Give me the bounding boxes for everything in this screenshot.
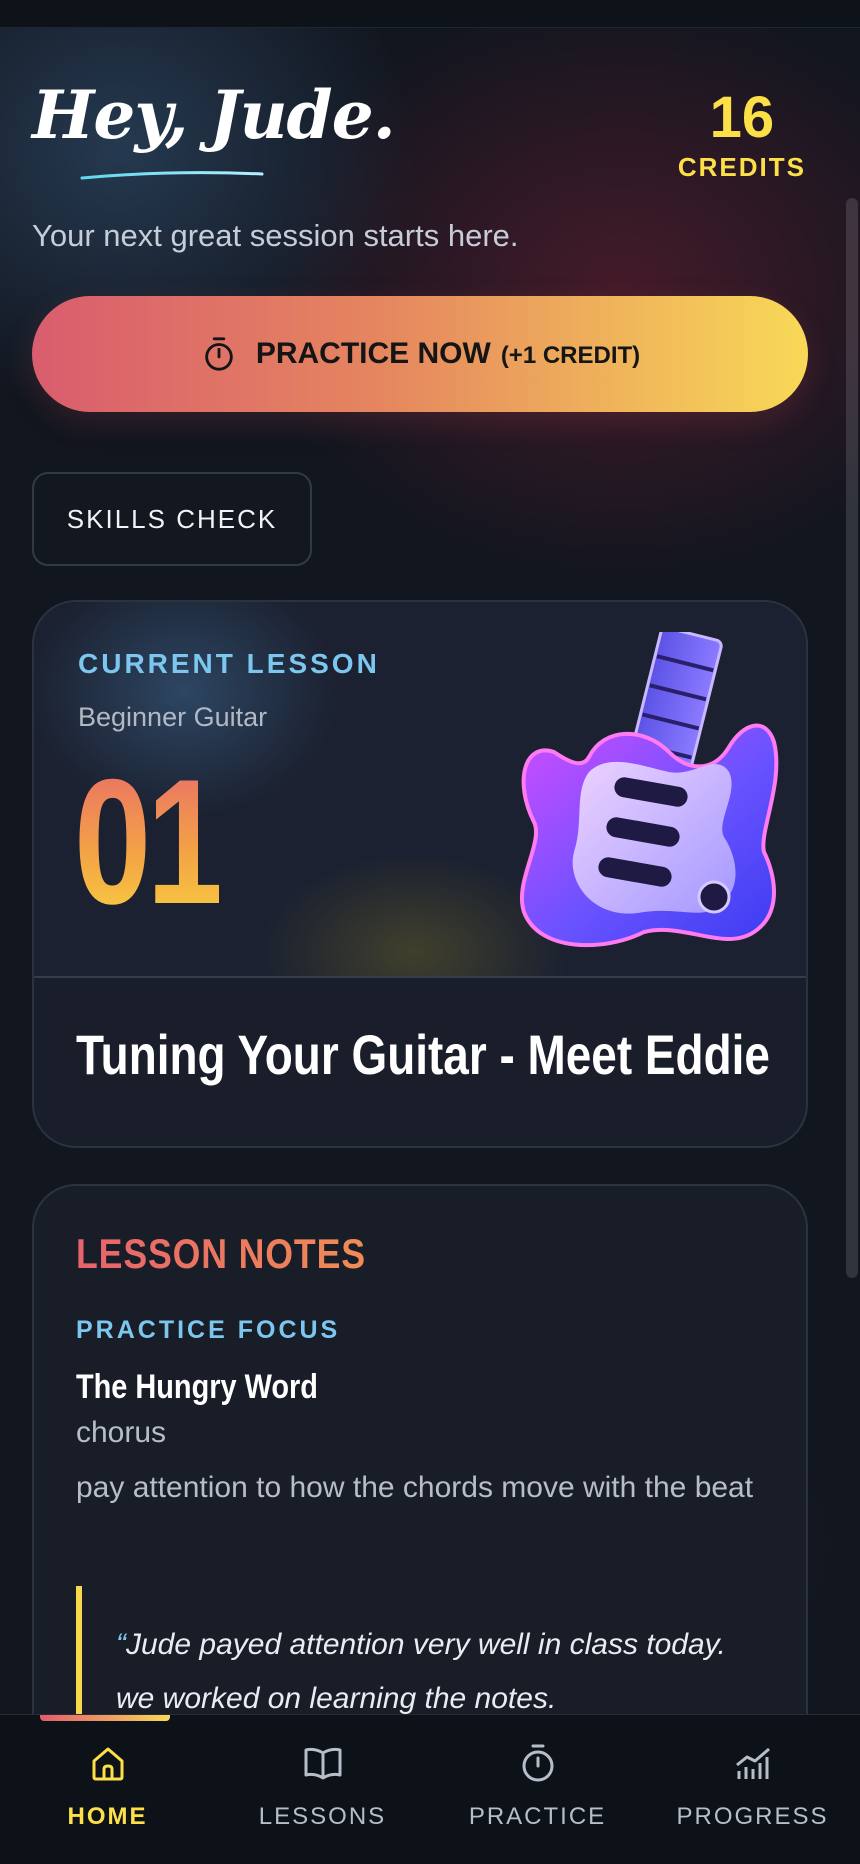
- practice-focus-label: PRACTICE FOCUS: [76, 1316, 341, 1344]
- stopwatch-icon: [205, 337, 233, 371]
- chart-icon: [735, 1747, 770, 1779]
- practice-credit-cost: (+1 CREDIT): [500, 342, 641, 369]
- nav-practice[interactable]: PRACTICE: [430, 1715, 645, 1864]
- current-lesson-card[interactable]: CURRENT LESSON Beginner Guitar 01 Tuning…: [32, 600, 808, 1148]
- nav-lessons[interactable]: LESSONS: [215, 1715, 430, 1864]
- tagline: Your next great session starts here.: [32, 218, 519, 253]
- current-lesson-label: CURRENT LESSON: [78, 648, 380, 679]
- lesson-number: 01: [74, 742, 224, 941]
- lesson-hero: CURRENT LESSON Beginner Guitar 01: [34, 602, 806, 978]
- bottom-navigation: HOME LESSONS PRACTICE PROGRESS: [0, 1714, 860, 1864]
- credits-counter: 16 CREDITS: [678, 88, 806, 183]
- nav-progress-label: PROGRESS: [676, 1803, 829, 1830]
- teacher-quote-text: Jude payed attention very well in class …: [116, 1628, 726, 1714]
- teacher-quote: “Jude payed attention very well in class…: [116, 1618, 756, 1714]
- scrollbar[interactable]: [846, 198, 858, 1278]
- credits-count: 16: [709, 85, 775, 150]
- active-tab-indicator: [40, 1715, 170, 1721]
- skills-check-button[interactable]: SKILLS CHECK: [32, 472, 312, 566]
- electric-guitar-icon: [520, 632, 779, 948]
- home-screen[interactable]: Hey, Jude. 16 CREDITS Your next great se…: [0, 28, 860, 1714]
- lesson-title: Tuning Your Guitar - Meet Eddie: [76, 1023, 770, 1086]
- practice-song-title: The Hungry Word: [76, 1368, 318, 1406]
- open-quote-mark: “: [116, 1628, 126, 1661]
- nav-lessons-label: LESSONS: [258, 1803, 387, 1830]
- practice-now-label: PRACTICE NOW: [255, 337, 491, 370]
- greeting-heading: Hey, Jude.: [32, 76, 396, 154]
- quote-accent-bar: [76, 1586, 82, 1714]
- greeting-underline: [80, 171, 264, 180]
- book-icon: [304, 1747, 341, 1780]
- nav-progress[interactable]: PROGRESS: [645, 1715, 860, 1864]
- credits-label: CREDITS: [677, 152, 806, 182]
- nav-home[interactable]: HOME: [0, 1715, 215, 1864]
- lesson-notes-title: LESSON NOTES: [76, 1230, 366, 1277]
- nav-home-label: HOME: [67, 1803, 148, 1830]
- practice-now-button[interactable]: PRACTICE NOW (+1 CREDIT): [32, 296, 808, 412]
- lesson-course-name: Beginner Guitar: [78, 702, 268, 732]
- nav-practice-label: PRACTICE: [468, 1803, 607, 1830]
- stopwatch-icon: [522, 1744, 553, 1782]
- lesson-notes-card: LESSON NOTES PRACTICE FOCUS The Hungry W…: [32, 1184, 808, 1714]
- practice-song-section: chorus: [76, 1416, 167, 1449]
- practice-focus-text: pay attention to how the chords move wit…: [76, 1471, 754, 1504]
- status-bar: [0, 0, 860, 28]
- home-icon: [92, 1747, 123, 1781]
